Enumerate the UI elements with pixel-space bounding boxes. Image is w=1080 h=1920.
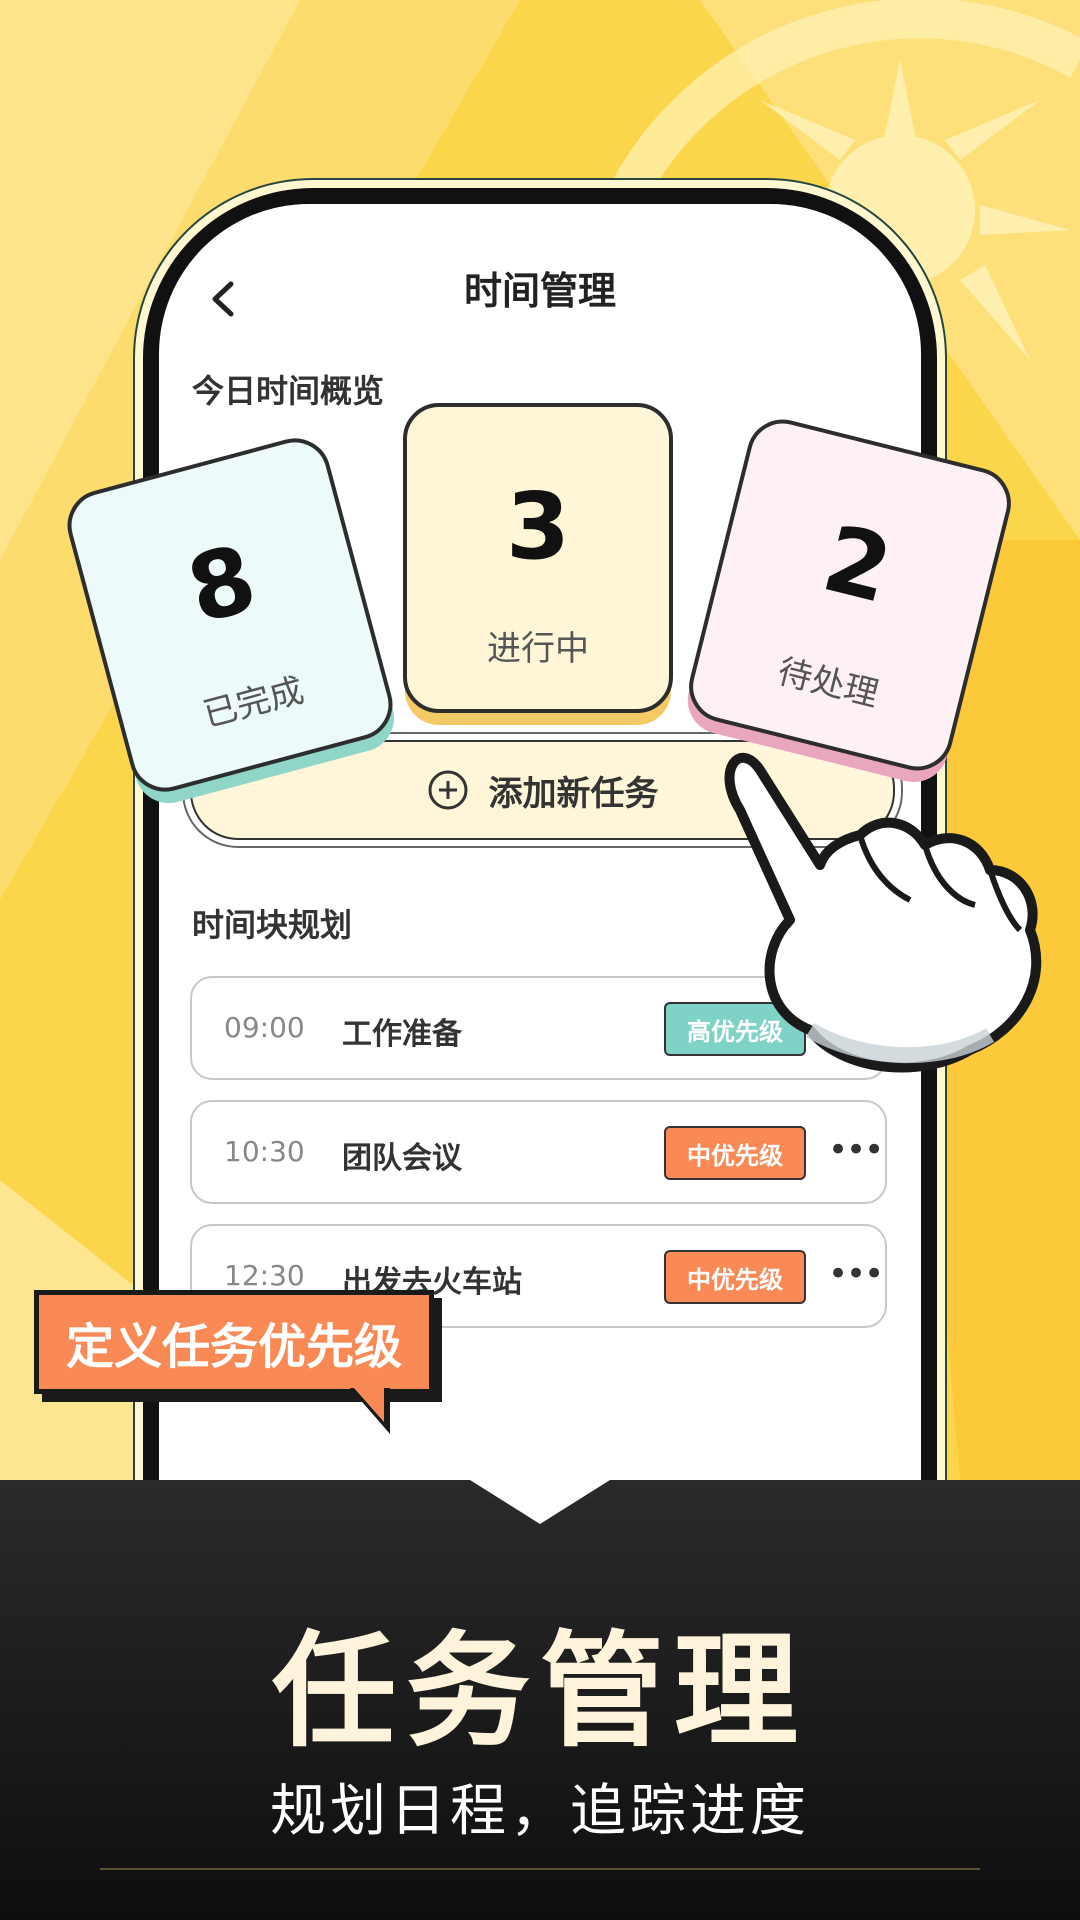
stat-value: 8 xyxy=(177,524,267,645)
overview-title: 今日时间概览 xyxy=(192,372,385,410)
stat-label: 进行中 xyxy=(487,629,589,669)
stat-label: 待处理 xyxy=(773,651,883,716)
page-title: 时间管理 xyxy=(463,269,616,313)
row-time: 09:00 xyxy=(224,1011,305,1044)
priority-badge[interactable]: 中优先级 xyxy=(664,1250,806,1304)
stat-value: 2 xyxy=(813,504,902,625)
row-time: 10:30 xyxy=(224,1135,305,1168)
more-options-icon[interactable]: ••• xyxy=(828,1254,884,1294)
stat-card-in-progress[interactable]: 3 进行中 xyxy=(403,403,673,713)
time-block-row[interactable]: 10:30 团队会议 中优先级 ••• xyxy=(190,1100,887,1204)
add-task-label: 添加新任务 xyxy=(488,773,659,814)
callout-text: 定义任务优先级 xyxy=(65,1319,402,1375)
pointing-hand-icon xyxy=(724,752,1042,1073)
row-task-name: 工作准备 xyxy=(342,1017,462,1052)
banner-title: 任务管理 xyxy=(271,1620,808,1764)
time-blocks-title: 时间块规划 xyxy=(192,906,353,944)
row-time: 12:30 xyxy=(224,1259,305,1292)
stat-label: 已完成 xyxy=(199,670,308,736)
callout-tail xyxy=(350,1388,390,1434)
stat-value: 3 xyxy=(505,473,570,580)
callout-bubble: 定义任务优先级 xyxy=(34,1290,434,1394)
plus-circle-icon xyxy=(428,770,467,810)
priority-badge[interactable]: 中优先级 xyxy=(664,1126,806,1180)
banner-divider xyxy=(100,1868,980,1870)
banner-subtitle: 规划日程，追踪进度 xyxy=(270,1779,810,1844)
banner-notch xyxy=(470,1480,610,1524)
more-options-icon[interactable]: ••• xyxy=(828,1130,884,1170)
row-task-name: 团队会议 xyxy=(342,1141,462,1176)
